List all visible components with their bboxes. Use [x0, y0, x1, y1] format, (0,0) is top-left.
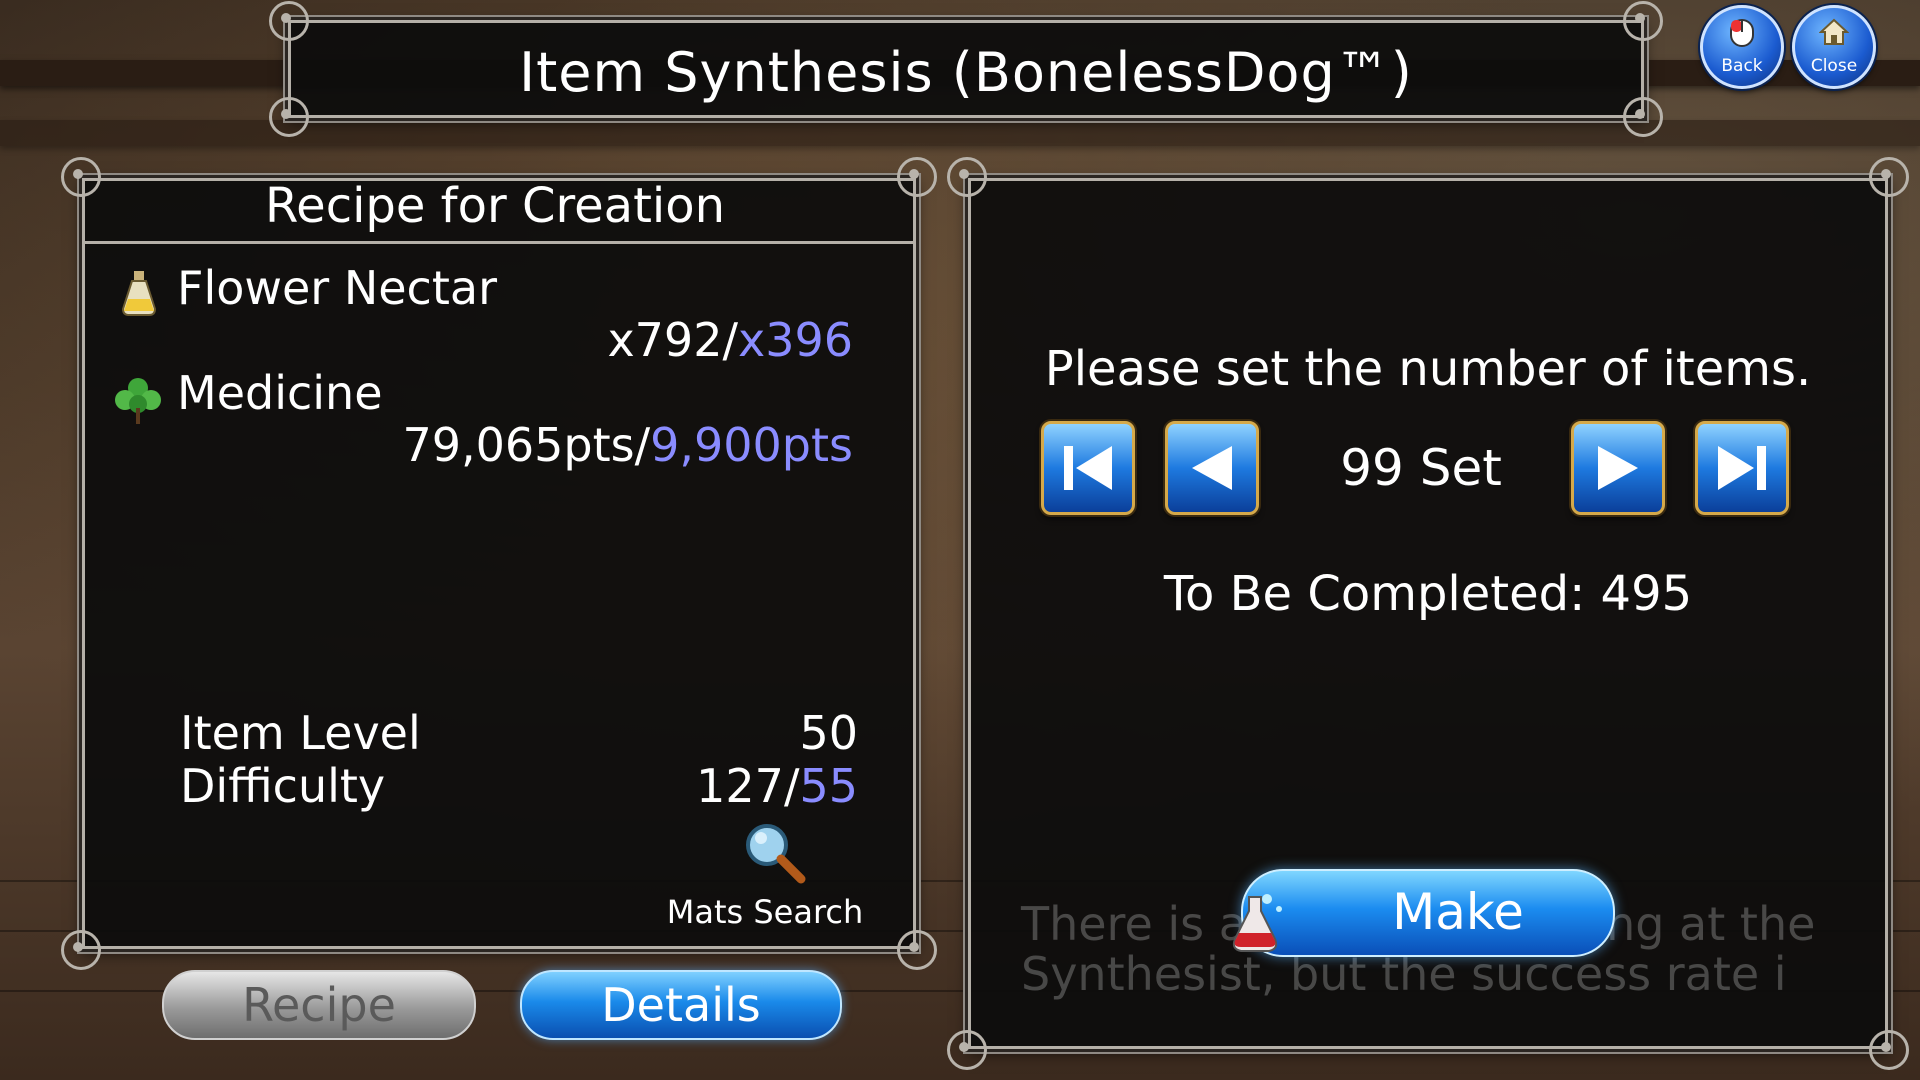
mats-search-label: Mats Search — [666, 893, 864, 931]
skip-first-icon — [1064, 446, 1112, 490]
arrow-right-icon — [1598, 446, 1638, 490]
ornament-corner — [897, 930, 937, 970]
difficulty-label: Difficulty — [180, 759, 386, 813]
ornament-corner — [269, 97, 309, 137]
material-owned: 79,065pts/ — [402, 418, 651, 472]
item-level-value: 50 — [799, 706, 858, 760]
count-panel: Please set the number of items. 99 Set T… — [947, 157, 1909, 1070]
material-row[interactable]: Flower Nectar x792/x396 — [85, 261, 913, 371]
make-label: Make — [1392, 883, 1524, 941]
to-be-completed: To Be Completed: 495 — [1163, 566, 1693, 622]
skip-last-icon — [1718, 446, 1766, 490]
herb-leaf-icon — [113, 374, 161, 424]
close-button[interactable]: Close — [1792, 5, 1876, 89]
arrow-left-icon — [1192, 446, 1232, 490]
ornament-corner — [947, 1030, 987, 1070]
recipe-heading: Recipe for Creation — [264, 178, 726, 234]
material-amount: 79,065pts/9,900pts — [402, 418, 853, 472]
tab-details[interactable]: Details — [520, 970, 842, 1040]
title-bar: Item Synthesis (BonelessDog™) — [269, 1, 1663, 137]
mouse-icon — [1703, 18, 1781, 55]
item-level-label: Item Level — [180, 706, 421, 760]
material-name: Medicine — [177, 366, 383, 420]
material-amount: x792/x396 — [607, 313, 853, 367]
ornament-corner — [1623, 97, 1663, 137]
material-required: 9,900pts — [650, 418, 853, 472]
difficulty-value: 127/55 — [696, 759, 858, 813]
difficulty-required: 55 — [799, 759, 858, 813]
tab-recipe[interactable]: Recipe — [162, 970, 476, 1040]
difficulty-current: 127/ — [696, 759, 800, 813]
decrement-button[interactable] — [1165, 421, 1259, 515]
ornament-corner — [1869, 157, 1909, 197]
last-button[interactable] — [1695, 421, 1789, 515]
count-prompt: Please set the number of items. — [1044, 341, 1812, 397]
material-owned: x792/ — [607, 313, 738, 367]
make-button[interactable]: Make — [1232, 869, 1615, 957]
material-row[interactable]: Medicine 79,065pts/9,900pts — [85, 366, 913, 476]
ornament-corner — [947, 157, 987, 197]
back-button[interactable]: Back — [1700, 5, 1784, 89]
potion-bottle-icon — [117, 269, 161, 316]
ornament-corner — [1623, 1, 1663, 41]
ornament-corner — [61, 930, 101, 970]
material-name: Flower Nectar — [177, 261, 497, 315]
set-count: 99 Set — [1340, 439, 1502, 497]
close-label: Close — [1810, 56, 1858, 76]
home-icon — [1795, 18, 1873, 53]
recipe-panel: Flower Nectar x792/x396 Medicine 79,065p… — [61, 157, 937, 970]
ornament-corner — [269, 1, 309, 41]
first-button[interactable] — [1041, 421, 1135, 515]
magnifier-icon — [743, 821, 806, 884]
page-title: Item Synthesis (BonelessDog™) — [519, 41, 1413, 104]
panel-divider — [85, 241, 913, 244]
flask-icon — [1223, 889, 1293, 959]
back-label: Back — [1721, 56, 1763, 76]
ornament-corner — [1869, 1030, 1909, 1070]
material-required: x396 — [737, 313, 853, 367]
increment-button[interactable] — [1571, 421, 1665, 515]
mats-search-button[interactable]: Mats Search — [665, 821, 865, 931]
